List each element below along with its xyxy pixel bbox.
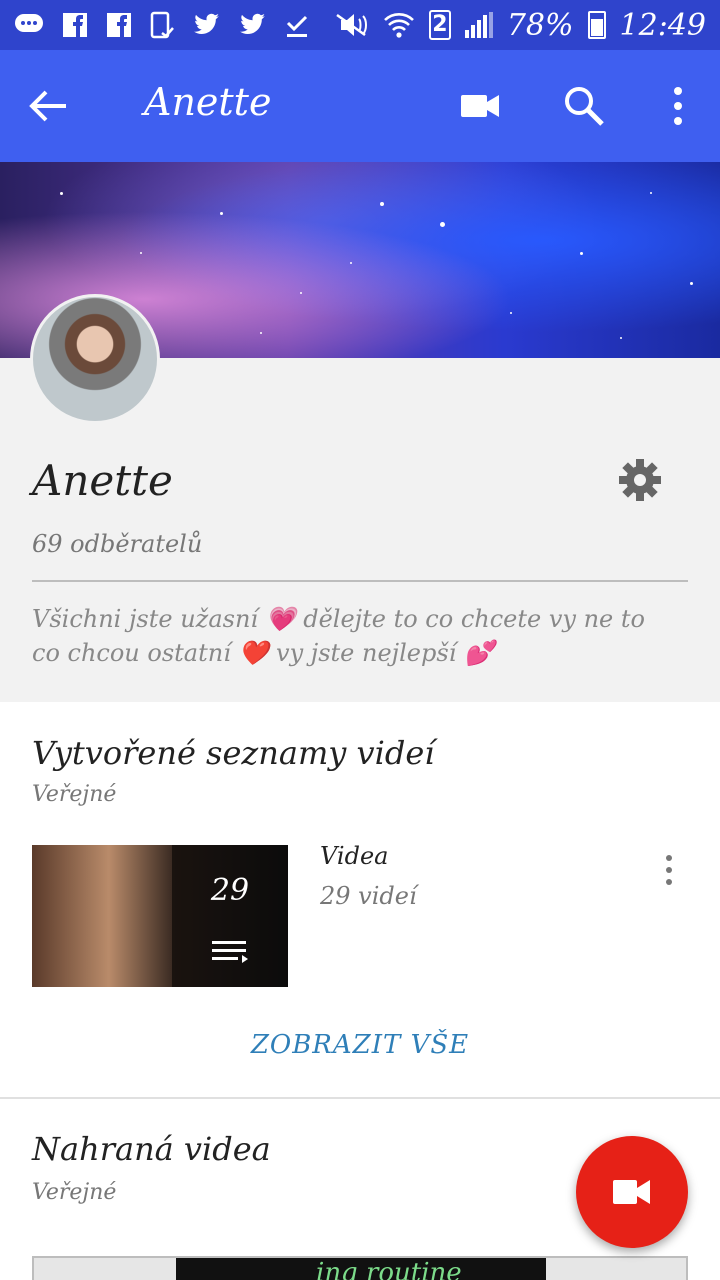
gear-icon[interactable] <box>616 456 664 504</box>
battery-percent: 78% <box>506 7 574 43</box>
app-bar: Anette <box>0 50 720 162</box>
videocam-icon <box>613 1180 650 1204</box>
status-right: 2 78% 12:49 <box>333 7 706 43</box>
playlist-icon <box>212 941 248 963</box>
phone-check-icon <box>150 11 174 39</box>
more-vert-icon[interactable] <box>654 850 684 890</box>
avatar[interactable] <box>30 294 160 424</box>
bio-line: Všichni jste užasní 💗 dělejte to co chce… <box>32 605 645 633</box>
twitter-icon <box>194 13 219 34</box>
video-thumbnail[interactable]: ing routine <box>32 1256 688 1280</box>
playlist-title[interactable]: Videa <box>320 842 388 870</box>
show-all-button[interactable]: ZOBRAZIT VŠE <box>0 1030 720 1060</box>
app-bar-title: Anette <box>144 80 272 124</box>
arrow-left-icon[interactable] <box>26 86 70 126</box>
channel-description: Všichni jste užasní 💗 dělejte to co chce… <box>32 602 682 670</box>
facebook-icon <box>63 13 87 37</box>
mute-icon <box>336 13 367 37</box>
playlist-thumbnail[interactable]: 29 <box>32 845 288 987</box>
playlist-thumb-count: 29 <box>210 873 250 908</box>
videocam-icon[interactable] <box>458 84 502 128</box>
chat-icon <box>15 14 43 32</box>
more-vert-icon[interactable] <box>656 84 700 128</box>
subscriber-count: 69 odběratelů <box>32 530 203 558</box>
playlist-video-count: 29 videí <box>320 882 417 910</box>
clock: 12:49 <box>619 7 706 43</box>
section-separator <box>0 1097 720 1099</box>
twitter-icon <box>240 13 265 34</box>
search-icon[interactable] <box>562 84 606 128</box>
wifi-icon <box>383 13 414 38</box>
divider <box>32 580 688 582</box>
channel-name: Anette <box>32 456 173 505</box>
bio-line: co chcou ostatní ❤️ vy jste nejlepší 💕 <box>32 639 494 667</box>
playlists-section-title: Vytvořené seznamy videí <box>32 734 435 772</box>
sim-2-icon: 2 <box>428 10 451 40</box>
download-done-icon <box>286 15 308 37</box>
video-thumbnail-text: ing routine <box>176 1258 546 1280</box>
upload-video-fab[interactable] <box>576 1136 688 1248</box>
playlists-visibility: Veřejné <box>32 782 117 807</box>
notification-icons <box>14 8 310 42</box>
battery-icon <box>587 11 606 39</box>
facebook-icon <box>107 13 131 37</box>
uploads-section-title: Nahraná videa <box>32 1130 271 1168</box>
signal-icon <box>464 12 493 38</box>
uploads-visibility: Veřejné <box>32 1180 117 1205</box>
status-bar: 2 78% 12:49 <box>0 0 720 50</box>
